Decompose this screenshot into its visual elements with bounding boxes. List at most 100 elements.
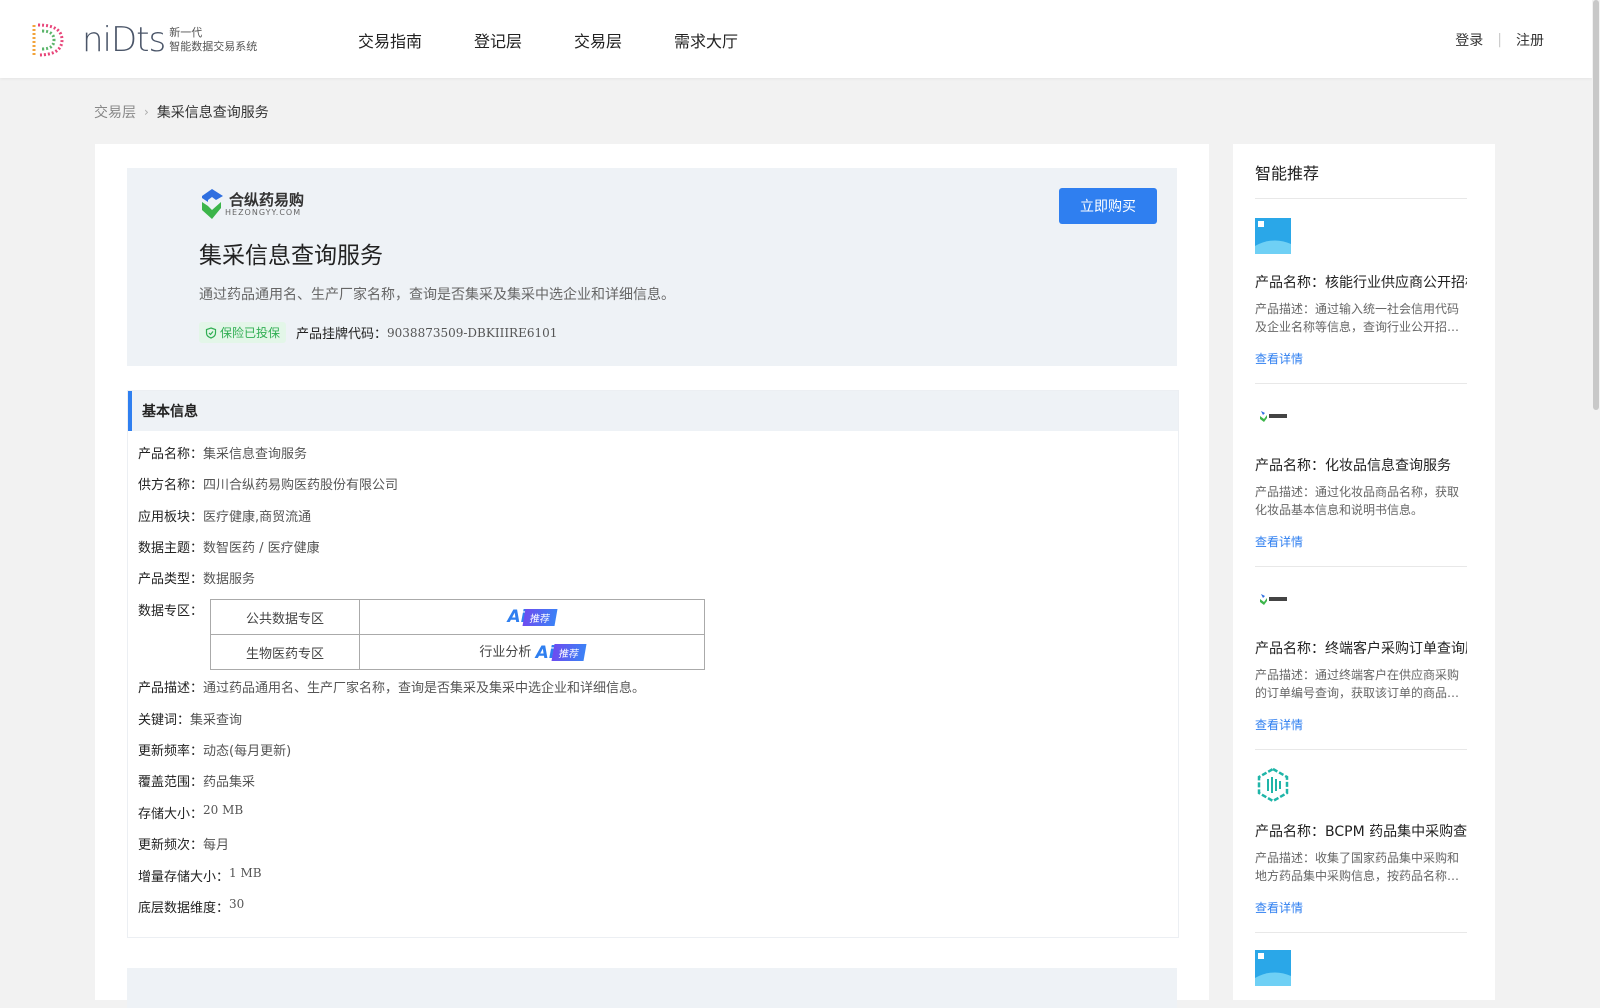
nav-demand-hall[interactable]: 需求大厅 bbox=[674, 28, 738, 52]
recommend-card[interactable]: 产品名称：化妆品信息查询服务 产品描述：通过化妆品商品名称，获取化妆品基本信息和… bbox=[1255, 401, 1467, 567]
recommend-product-name: 产品名称：BCPM 药品集中采购查询 bbox=[1255, 824, 1467, 840]
info-value: 医疗健康,商贸流通 bbox=[203, 510, 312, 525]
login-link[interactable]: 登录 bbox=[1455, 30, 1483, 50]
info-key: 产品描述： bbox=[138, 681, 204, 696]
next-section-header bbox=[127, 968, 1177, 1008]
recommend-card[interactable]: 产品名称：终端客户采购订单查询服务 产品描述：通过终端客户在供应商采购的订单编号… bbox=[1255, 584, 1467, 750]
info-row-keywords: 关键词： 集采查询 bbox=[138, 709, 242, 728]
data-zone-table: 公共数据专区 Ai 推荐 生物医药专区 行业分析 Ai 推荐 bbox=[210, 599, 705, 670]
zone-name: 生物医药专区 bbox=[210, 634, 360, 670]
info-row-incremental-storage: 增量存储大小： 1 MB bbox=[138, 866, 262, 885]
recommend-card[interactable]: 产品名称：核能行业供应商公开招标 产品描述：通过输入统一社会信用代码及企业名称等… bbox=[1255, 218, 1467, 384]
divider bbox=[1255, 749, 1467, 750]
info-row-sector: 应用板块： 医疗健康,商贸流通 bbox=[138, 506, 311, 525]
brand-name: 合纵药易购 bbox=[229, 190, 305, 209]
product-thumbnail-icon bbox=[1255, 218, 1291, 254]
info-value: 1 MB bbox=[229, 866, 262, 880]
view-details-link[interactable]: 查看详情 bbox=[1255, 350, 1467, 367]
info-row-theme: 数据主题： 数智医药 / 医疗健康 bbox=[138, 537, 320, 556]
info-value: 数据服务 bbox=[203, 572, 256, 587]
scrollbar-thumb[interactable] bbox=[1593, 0, 1599, 410]
info-row-product-name: 产品名称： 集采信息查询服务 bbox=[138, 443, 307, 462]
nav-registration-layer[interactable]: 登记层 bbox=[474, 28, 522, 52]
info-value: 20 MB bbox=[203, 803, 244, 817]
ai-badge-tag: 推荐 bbox=[522, 608, 558, 626]
basic-info-heading: 基本信息 bbox=[128, 391, 1178, 431]
nav-trading-layer[interactable]: 交易层 bbox=[574, 28, 622, 52]
info-key: 应用板块： bbox=[138, 510, 204, 525]
recommend-product-name: 产品名称：终端客户采购订单查询服务 bbox=[1255, 641, 1467, 657]
info-key: 产品名称： bbox=[138, 447, 204, 462]
auth-links: 登录 | 注册 bbox=[1455, 30, 1544, 50]
info-row-update-times: 更新频次： 每月 bbox=[138, 834, 229, 853]
brand-mark-icon bbox=[202, 189, 223, 219]
view-details-link[interactable]: 查看详情 bbox=[1255, 533, 1467, 550]
zone-value-text: 行业分析 bbox=[479, 645, 532, 661]
brand-logo-thumbnail-icon bbox=[1260, 594, 1287, 605]
info-row-description: 产品描述： 通过药品通用名、生产厂家名称，查询是否集采及集采中选企业和详细信息。 bbox=[138, 677, 645, 696]
info-value: 通过药品通用名、生产厂家名称，查询是否集采及集采中选企业和详细信息。 bbox=[203, 681, 646, 696]
zone-value: Ai 推荐 bbox=[359, 599, 705, 635]
buy-now-button[interactable]: 立即购买 bbox=[1059, 188, 1157, 224]
info-value: 四川合纵药易购医药股份有限公司 bbox=[203, 478, 399, 493]
recommend-product-name: 产品名称：化妆品信息查询服务 bbox=[1255, 458, 1451, 474]
sidebar-title: 智能推荐 bbox=[1255, 164, 1320, 183]
info-row-dimensions: 底层数据维度： 30 bbox=[138, 897, 244, 916]
ai-badge-tag: 推荐 bbox=[551, 644, 587, 662]
info-row-zone: 数据专区： bbox=[138, 600, 203, 619]
recommend-card[interactable]: 产品名称：BCPM 药品集中采购查询 产品描述：收集了国家药品集中采购和地方药品… bbox=[1255, 767, 1467, 933]
zone-row: 生物医药专区 行业分析 Ai 推荐 bbox=[210, 634, 705, 670]
info-key: 产品类型： bbox=[138, 572, 204, 587]
view-details-link[interactable]: 查看详情 bbox=[1255, 716, 1467, 733]
insured-badge: 保险已投保 bbox=[199, 322, 287, 343]
view-details-link[interactable]: 查看详情 bbox=[1255, 899, 1467, 916]
nav-trade-guide[interactable]: 交易指南 bbox=[358, 28, 422, 52]
breadcrumb-current: 集采信息查询服务 bbox=[156, 105, 269, 121]
logo-wordmark: niDts bbox=[82, 20, 166, 60]
recommend-product-name: 产品名称：核能行业供应商公开招标 bbox=[1255, 275, 1467, 291]
recommend-card[interactable] bbox=[1255, 950, 1467, 990]
product-title: 集采信息查询服务 bbox=[199, 243, 383, 269]
info-key: 数据专区： bbox=[138, 604, 204, 619]
divider bbox=[1255, 932, 1467, 933]
auth-divider: | bbox=[1497, 32, 1502, 48]
zone-name: 公共数据专区 bbox=[210, 599, 360, 635]
info-key: 更新频率： bbox=[138, 744, 204, 759]
scrollbar[interactable] bbox=[1592, 0, 1600, 1000]
info-key: 关键词： bbox=[138, 713, 191, 728]
info-key: 存储大小： bbox=[138, 807, 204, 822]
top-navbar: niDts 新一代 智能数据交易系统 交易指南 登记层 交易层 需求大厅 登录 … bbox=[0, 0, 1592, 78]
info-row-storage: 存储大小： 20 MB bbox=[138, 803, 243, 822]
brand-domain: HEZONGYY.COM bbox=[225, 207, 302, 217]
register-link[interactable]: 注册 bbox=[1516, 30, 1544, 50]
recommend-product-desc: 产品描述：通过化妆品商品名称，获取化妆品基本信息和说明书信息。 bbox=[1255, 485, 1460, 517]
info-key: 增量存储大小： bbox=[138, 870, 230, 885]
zone-value: 行业分析 Ai 推荐 bbox=[359, 634, 705, 670]
brand-logo-thumbnail-icon bbox=[1260, 411, 1287, 422]
info-row-update-frequency: 更新频率： 动态(每月更新) bbox=[138, 740, 291, 759]
basic-info-section: 基本信息 产品名称： 集采信息查询服务 供方名称： 四川合纵药易购医药股份有限公司 … bbox=[127, 390, 1179, 938]
divider bbox=[1255, 198, 1467, 199]
info-value: 30 bbox=[229, 897, 245, 911]
product-tags: 保险已投保 产品挂牌代码： 9038873509-DBKIIIRE6101 bbox=[199, 322, 557, 343]
info-key: 底层数据维度： bbox=[138, 901, 230, 916]
logo-sub-line2: 智能数据交易系统 bbox=[169, 40, 258, 53]
recommend-product-desc: 产品描述：通过输入统一社会信用代码及企业名称等信息，查询行业公开招… bbox=[1255, 302, 1460, 334]
chevron-right-icon: › bbox=[144, 105, 149, 119]
product-detail-panel: 合纵药易购 HEZONGYY.COM 集采信息查询服务 通过药品通用名、生产厂家… bbox=[95, 144, 1209, 1008]
info-key: 数据主题： bbox=[138, 541, 204, 556]
breadcrumb-parent[interactable]: 交易层 bbox=[94, 102, 136, 122]
info-key: 更新频次： bbox=[138, 838, 204, 853]
logo-subtitle: 新一代 智能数据交易系统 bbox=[169, 26, 257, 54]
shield-check-icon bbox=[205, 326, 217, 339]
logo[interactable]: niDts 新一代 智能数据交易系统 bbox=[28, 20, 257, 60]
logo-d-icon bbox=[32, 23, 64, 57]
info-key: 供方名称： bbox=[138, 478, 204, 493]
logo-sub-line1: 新一代 bbox=[169, 26, 203, 39]
divider bbox=[1255, 566, 1467, 567]
product-thumbnail-icon bbox=[1255, 950, 1291, 986]
info-value: 数智医药 / 医疗健康 bbox=[203, 541, 320, 556]
info-row-supplier: 供方名称： 四川合纵药易购医药股份有限公司 bbox=[138, 474, 398, 493]
insured-label: 保险已投保 bbox=[220, 326, 281, 340]
brand-logo: 合纵药易购 HEZONGYY.COM bbox=[199, 188, 304, 220]
